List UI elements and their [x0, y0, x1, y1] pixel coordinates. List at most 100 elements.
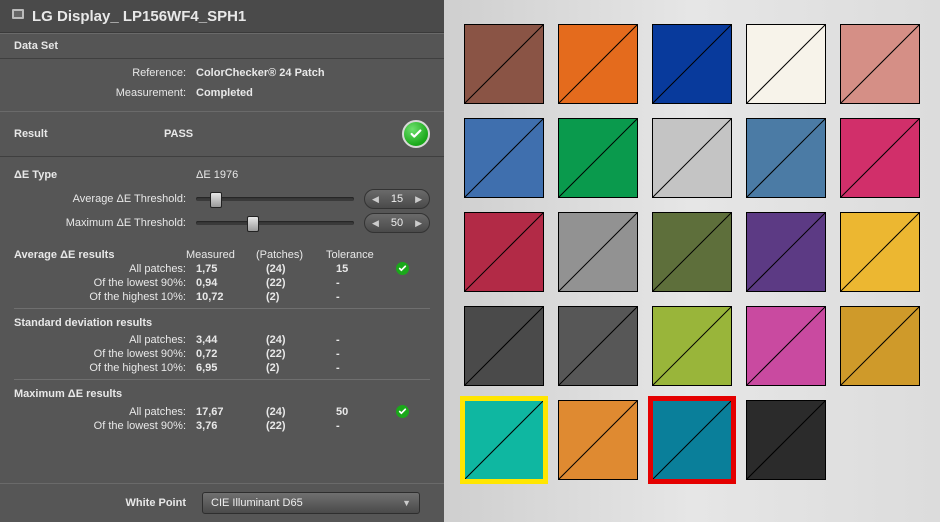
color-swatch[interactable] — [464, 118, 544, 198]
row-tolerance: 15 — [336, 263, 396, 275]
table-row: Of the lowest 90%:3,76(22)- — [0, 419, 444, 433]
avg-threshold-row: Average ΔE Threshold: ◀ 15 ▶ — [14, 189, 430, 209]
row-patches: (24) — [266, 406, 336, 418]
result-value: PASS — [164, 128, 402, 140]
divider — [14, 379, 430, 380]
color-swatch[interactable] — [746, 400, 826, 480]
row-patches: (2) — [266, 362, 336, 374]
table-row: Of the highest 10%:6,95(2)- — [0, 361, 444, 375]
color-swatch[interactable] — [652, 118, 732, 198]
row-label: Of the highest 10%: — [14, 362, 196, 374]
std-results-rows: All patches:3,44(24)-Of the lowest 90%:0… — [0, 333, 444, 375]
reference-label: Reference: — [14, 67, 196, 79]
color-swatch[interactable] — [558, 306, 638, 386]
measurement-value: Completed — [196, 87, 253, 99]
col-tolerance: Tolerance — [326, 249, 386, 261]
row-tolerance: - — [336, 348, 396, 360]
row-pass-icon — [396, 262, 414, 275]
row-label: Of the lowest 90%: — [14, 277, 196, 289]
stepper-left-icon[interactable]: ◀ — [369, 218, 382, 229]
max-threshold-slider[interactable] — [196, 221, 354, 225]
section-dataset-heading: Data Set — [0, 33, 444, 59]
row-patches: (22) — [266, 420, 336, 432]
color-swatch[interactable] — [840, 24, 920, 104]
color-swatch[interactable] — [652, 24, 732, 104]
color-swatch[interactable] — [558, 118, 638, 198]
color-swatch[interactable] — [464, 212, 544, 292]
row-tolerance: - — [336, 362, 396, 374]
info-panel: LG Display_ LP156WF4_SPH1 Data Set Refer… — [0, 0, 444, 522]
color-swatch[interactable] — [558, 24, 638, 104]
stepper-right-icon[interactable]: ▶ — [412, 194, 425, 205]
avg-threshold-label: Average ΔE Threshold: — [14, 193, 196, 205]
avg-threshold-value: 15 — [387, 193, 407, 205]
app-window: LG Display_ LP156WF4_SPH1 Data Set Refer… — [0, 0, 940, 522]
profile-icon — [10, 6, 26, 26]
color-swatch[interactable] — [840, 118, 920, 198]
col-patches: (Patches) — [256, 249, 326, 261]
row-patches: (2) — [266, 291, 336, 303]
color-swatch[interactable] — [746, 118, 826, 198]
page-title: LG Display_ LP156WF4_SPH1 — [32, 8, 246, 25]
avg-threshold-slider[interactable] — [196, 197, 354, 201]
row-measured: 6,95 — [196, 362, 266, 374]
white-point-dropdown[interactable]: CIE Illuminant D65 ▼ — [202, 492, 420, 514]
row-measured: 1,75 — [196, 263, 266, 275]
color-swatch[interactable] — [746, 306, 826, 386]
row-measured: 17,67 — [196, 406, 266, 418]
row-pass-icon — [396, 405, 414, 418]
row-patches: (22) — [266, 348, 336, 360]
color-swatch[interactable] — [746, 24, 826, 104]
color-swatch[interactable] — [652, 306, 732, 386]
table-row: All patches:17,67(24)50 — [0, 404, 444, 419]
color-swatch[interactable] — [558, 400, 638, 480]
row-label: Of the highest 10%: — [14, 291, 196, 303]
row-tolerance: - — [336, 334, 396, 346]
color-swatch[interactable] — [840, 212, 920, 292]
divider — [14, 308, 430, 309]
result-label: Result — [14, 128, 164, 140]
max-threshold-label: Maximum ΔE Threshold: — [14, 217, 196, 229]
row-measured: 0,94 — [196, 277, 266, 289]
white-point-value: CIE Illuminant D65 — [211, 497, 303, 509]
max-results-rows: All patches:17,67(24)50Of the lowest 90%… — [0, 404, 444, 433]
section-dataset-body: Reference: ColorChecker® 24 Patch Measur… — [0, 59, 444, 111]
result-row: Result PASS — [0, 111, 444, 157]
max-threshold-stepper[interactable]: ◀ 50 ▶ — [364, 213, 430, 233]
avg-results-heading: Average ΔE results — [14, 249, 186, 261]
row-label: All patches: — [14, 263, 196, 275]
color-swatch[interactable] — [558, 212, 638, 292]
row-tolerance: 50 — [336, 406, 396, 418]
row-patches: (24) — [266, 334, 336, 346]
table-row: Of the lowest 90%:0,72(22)- — [0, 347, 444, 361]
avg-threshold-stepper[interactable]: ◀ 15 ▶ — [364, 189, 430, 209]
table-row: All patches:1,75(24)15 — [0, 261, 444, 276]
color-swatch[interactable] — [652, 212, 732, 292]
color-swatch[interactable] — [464, 306, 544, 386]
color-swatch[interactable] — [464, 24, 544, 104]
white-point-row: White Point CIE Illuminant D65 ▼ — [0, 483, 444, 522]
table-row: Of the lowest 90%:0,94(22)- — [0, 276, 444, 290]
color-swatch[interactable] — [746, 212, 826, 292]
row-measured: 3,44 — [196, 334, 266, 346]
color-swatch[interactable] — [652, 400, 732, 480]
chevron-down-icon: ▼ — [402, 498, 411, 508]
row-label: All patches: — [14, 406, 196, 418]
reference-value: ColorChecker® 24 Patch — [196, 67, 325, 79]
table-row: All patches:3,44(24)- — [0, 333, 444, 347]
color-swatch[interactable] — [464, 400, 544, 480]
max-threshold-row: Maximum ΔE Threshold: ◀ 50 ▶ — [14, 213, 430, 233]
stepper-left-icon[interactable]: ◀ — [369, 194, 382, 205]
row-tolerance: - — [336, 277, 396, 289]
std-results-heading: Standard deviation results — [0, 313, 444, 333]
measurement-label: Measurement: — [14, 87, 196, 99]
row-measured: 0,72 — [196, 348, 266, 360]
white-point-label: White Point — [14, 497, 202, 509]
detype-value: ΔE 1976 — [196, 169, 238, 181]
color-swatch[interactable] — [840, 306, 920, 386]
row-patches: (24) — [266, 263, 336, 275]
stepper-right-icon[interactable]: ▶ — [412, 218, 425, 229]
swatch-grid — [444, 0, 940, 522]
pass-icon — [402, 120, 430, 148]
table-row: Of the highest 10%:10,72(2)- — [0, 290, 444, 304]
